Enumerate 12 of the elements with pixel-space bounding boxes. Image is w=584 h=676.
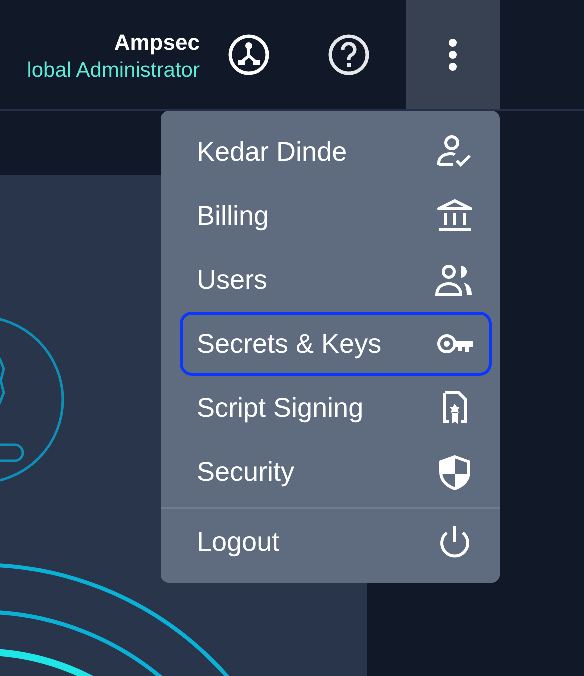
users-icon bbox=[435, 262, 475, 298]
menu-item[interactable]: Billing bbox=[180, 184, 492, 248]
user-role: lobal Administrator bbox=[27, 58, 200, 84]
menu-item[interactable]: Secrets & Keys bbox=[180, 312, 492, 376]
menu-item[interactable]: Logout bbox=[180, 510, 492, 574]
menu-item[interactable]: Script Signing bbox=[180, 376, 492, 440]
kebab-icon bbox=[448, 38, 458, 72]
organization-name: Ampsec bbox=[114, 29, 200, 57]
bank-icon bbox=[435, 198, 475, 234]
menu-item[interactable]: Security bbox=[180, 440, 492, 504]
menu-item[interactable]: Users bbox=[180, 248, 492, 312]
menu-item[interactable]: Kedar Dinde bbox=[180, 120, 492, 184]
